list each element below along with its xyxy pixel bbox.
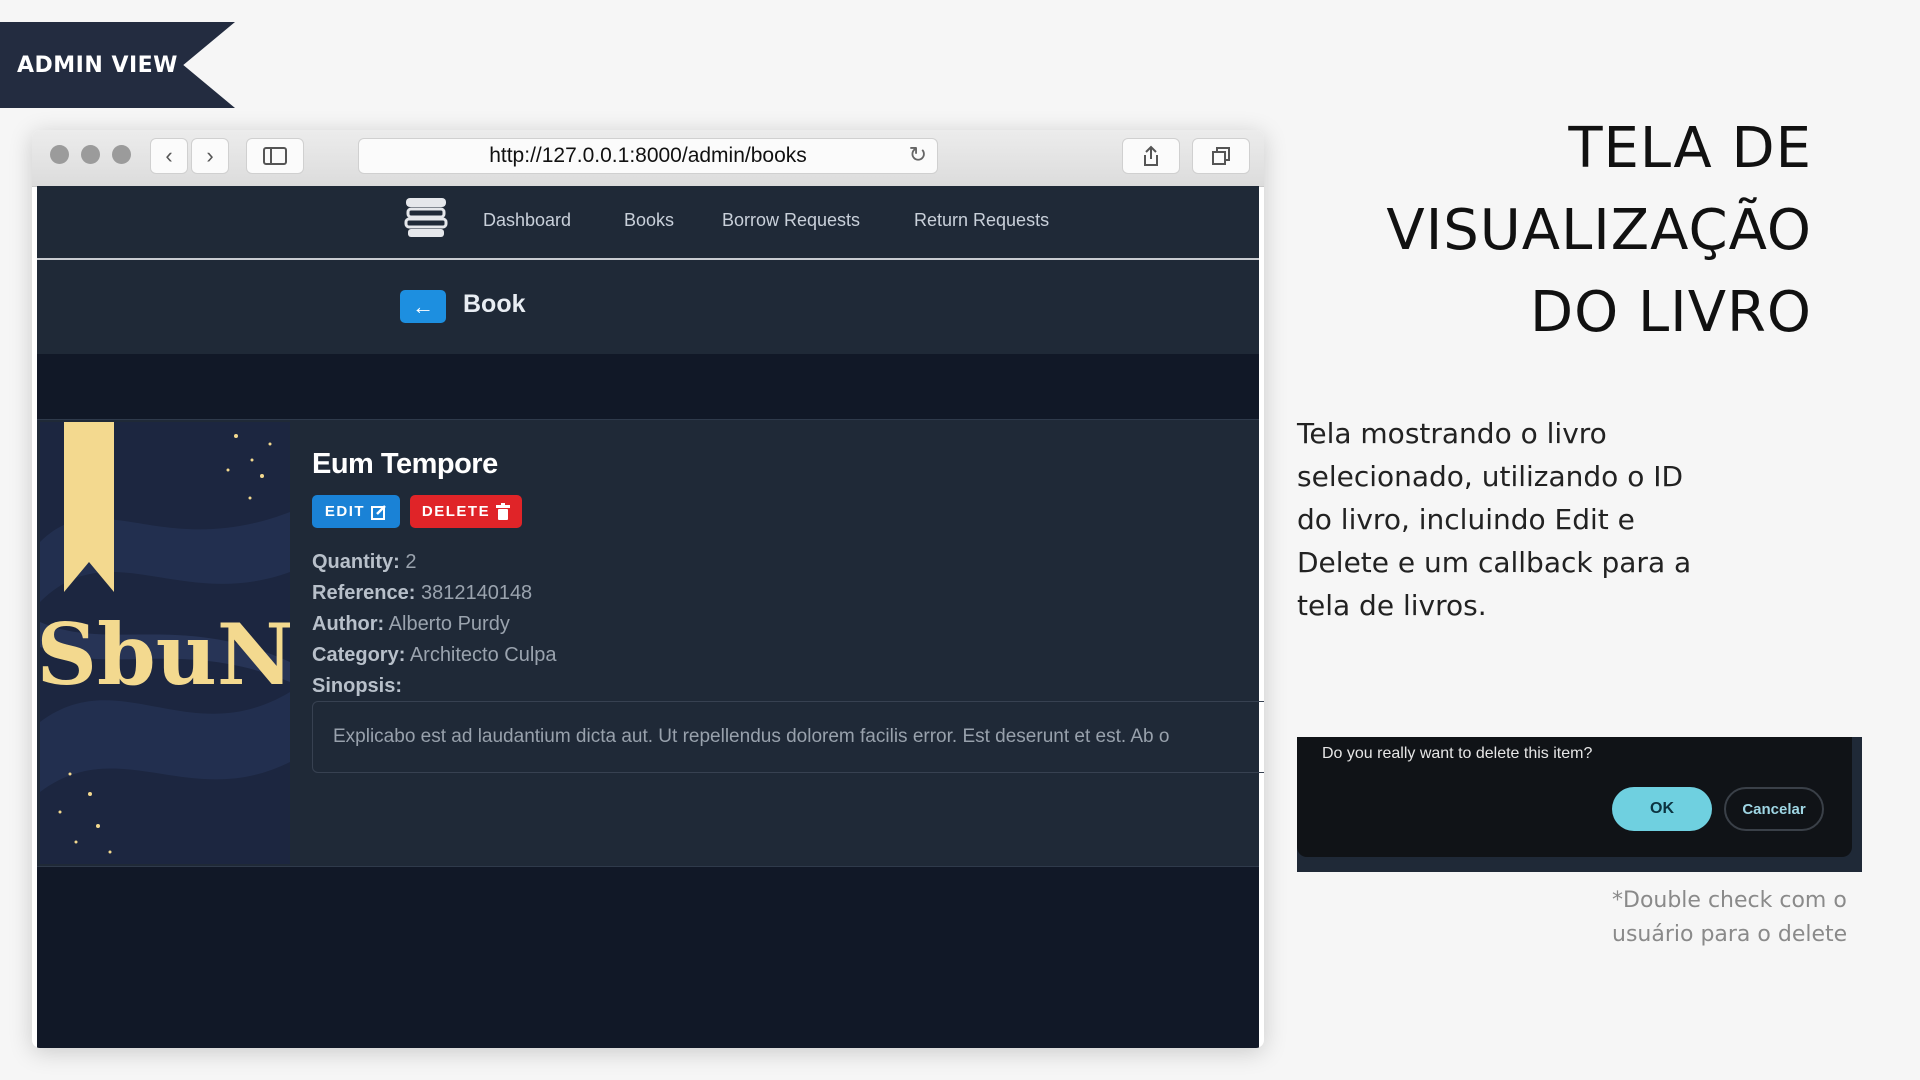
slide-heading: TELA DE VISUALIZAÇÃO DO LIVRO (1386, 108, 1812, 354)
nav-return-requests[interactable]: Return Requests (914, 210, 1049, 231)
cover-title-text: SbuN (40, 605, 290, 704)
admin-view-ribbon: ADMIN VIEW (0, 22, 235, 108)
sidebar-toggle-button[interactable] (246, 138, 304, 174)
category-label: Category: (312, 644, 406, 666)
quantity-row: Quantity: 2 (312, 551, 416, 574)
close-window-dot[interactable] (50, 145, 69, 164)
nav-borrow-requests[interactable]: Borrow Requests (722, 210, 860, 231)
reference-value: 3812140148 (420, 582, 533, 604)
book-cover-image: SbuN (40, 422, 290, 864)
author-label: Author: (312, 613, 385, 635)
chevron-right-icon: › (206, 143, 214, 168)
synopsis-box: Explicabo est ad laudantium dicta aut. U… (312, 701, 1264, 773)
confirm-dialog: Do you really want to delete this item? … (1297, 737, 1852, 857)
heading-line-3: DO LIVRO (1529, 280, 1812, 345)
reference-row: Reference: 3812140148 (312, 582, 532, 605)
heading-line-1: TELA DE (1568, 116, 1812, 181)
book-detail-card: SbuN Eum Tempore EDIT DELETE Quantity: 2… (37, 419, 1264, 867)
delete-label: DELETE (421, 503, 491, 520)
edit-button[interactable]: EDIT (312, 495, 400, 528)
confirm-dialog-screenshot: Do you really want to delete this item? … (1297, 737, 1862, 872)
page-header: ← Book (37, 260, 1259, 354)
category-row: Category: Architecto Culpa (312, 644, 557, 667)
chevron-left-icon: ‹ (165, 143, 173, 168)
minimize-window-dot[interactable] (81, 145, 100, 164)
cancel-button[interactable]: Cancelar (1724, 787, 1824, 831)
quantity-value: 2 (405, 551, 417, 573)
address-bar[interactable]: http://127.0.0.1:8000/admin/books ↻ (358, 138, 938, 174)
tabs-icon (1212, 147, 1230, 165)
category-value: Architecto Culpa (409, 644, 557, 666)
share-button[interactable] (1122, 138, 1180, 174)
url-text: http://127.0.0.1:8000/admin/books (489, 144, 807, 167)
book-title: Eum Tempore (312, 448, 498, 480)
trash-icon (496, 503, 511, 520)
author-value: Alberto Purdy (388, 613, 510, 635)
edit-label: EDIT (324, 503, 366, 520)
forward-nav-button[interactable]: › (191, 138, 229, 174)
quantity-label: Quantity: (312, 551, 400, 573)
share-icon (1144, 145, 1158, 166)
sidebar-icon (263, 147, 287, 165)
heading-line-2: VISUALIZAÇÃO (1386, 198, 1812, 263)
tabs-button[interactable] (1192, 138, 1250, 174)
arrow-left-icon: ← (412, 293, 434, 319)
edit-icon (371, 504, 386, 520)
synopsis-row: Sinopsis: (312, 675, 402, 698)
footnote: *Double check com o usuário para o delet… (1612, 888, 1848, 947)
top-navbar: Dashboard Books Borrow Requests Return R… (37, 186, 1259, 260)
back-nav-button[interactable]: ‹ (150, 138, 188, 174)
ok-button[interactable]: OK (1612, 787, 1712, 831)
author-row: Author: Alberto Purdy (312, 613, 510, 636)
books-logo-icon[interactable] (403, 196, 449, 240)
page-title: Book (463, 290, 526, 318)
dialog-message: Do you really want to delete this item? (1322, 745, 1593, 762)
synopsis-label: Sinopsis: (312, 675, 403, 697)
nav-dashboard[interactable]: Dashboard (483, 210, 571, 231)
browser-window: ‹ › http://127.0.0.1:8000/admin/books ↻ … (32, 130, 1264, 1048)
ribbon-label: ADMIN VIEW (17, 52, 178, 78)
browser-toolbar: ‹ › http://127.0.0.1:8000/admin/books ↻ (32, 130, 1264, 187)
reference-label: Reference: (312, 582, 416, 604)
reload-icon[interactable]: ↻ (909, 142, 927, 168)
slide-description: Tela mostrando o livro selecionado, util… (1297, 417, 1692, 622)
maximize-window-dot[interactable] (112, 145, 131, 164)
nav-books[interactable]: Books (624, 210, 674, 231)
page-viewport: Dashboard Books Borrow Requests Return R… (37, 186, 1264, 1048)
back-button[interactable]: ← (400, 290, 446, 323)
delete-button[interactable]: DELETE (410, 495, 522, 528)
